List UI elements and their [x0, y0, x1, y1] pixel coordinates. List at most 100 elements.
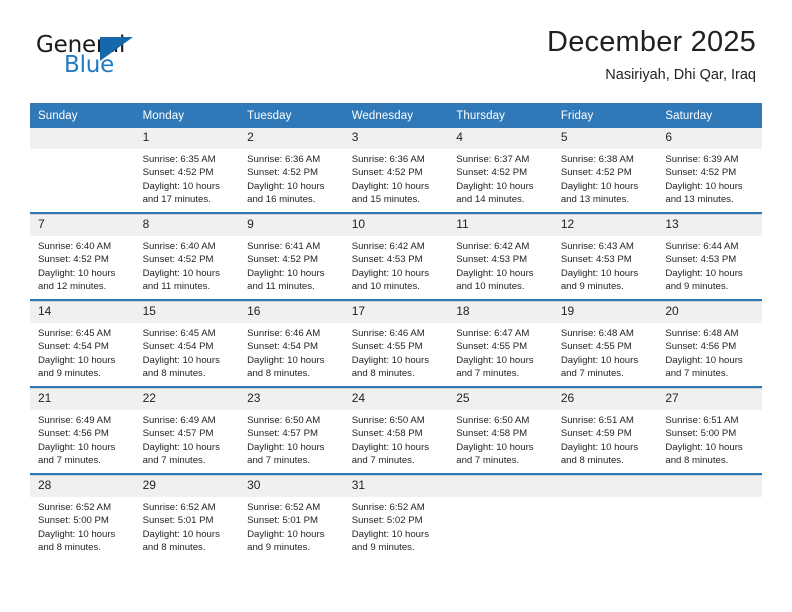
day-cell[interactable]: 24 Sunrise: 6:50 AM Sunset: 4:58 PM Dayl…: [343, 388, 449, 473]
day-number: 7: [30, 215, 135, 236]
day-number: 3: [343, 128, 449, 149]
daylight-text-line2: and 8 minutes.: [247, 368, 311, 380]
day-details: Sunrise: 6:52 AM Sunset: 5:01 PM Dayligh…: [239, 497, 344, 555]
daylight-text-line1: Daylight: 10 hours: [142, 180, 220, 192]
daylight-text-line2: and 7 minutes.: [456, 368, 520, 380]
sunset-text: Sunset: 4:55 PM: [560, 341, 632, 353]
day-details: Sunrise: 6:40 AM Sunset: 4:52 PM Dayligh…: [30, 236, 135, 294]
daylight-text-line2: and 9 minutes.: [351, 542, 415, 554]
day-cell[interactable]: 9 Sunrise: 6:41 AM Sunset: 4:52 PM Dayli…: [239, 214, 344, 299]
sunrise-text: Sunrise: 6:36 AM: [351, 154, 425, 165]
day-details: Sunrise: 6:51 AM Sunset: 4:59 PM Dayligh…: [553, 410, 658, 468]
sunrise-text: Sunrise: 6:45 AM: [142, 328, 216, 339]
sunset-text: Sunset: 4:52 PM: [247, 167, 319, 179]
day-cell[interactable]: [552, 475, 658, 560]
day-cell[interactable]: 17 Sunrise: 6:46 AM Sunset: 4:55 PM Dayl…: [343, 301, 449, 386]
sunset-text: Sunset: 5:02 PM: [351, 515, 423, 527]
sunset-text: Sunset: 4:56 PM: [38, 428, 109, 440]
day-cell[interactable]: 11 Sunrise: 6:42 AM Sunset: 4:53 PM Dayl…: [448, 214, 553, 299]
day-cell[interactable]: 14 Sunrise: 6:45 AM Sunset: 4:54 PM Dayl…: [30, 301, 135, 386]
day-number: 9: [239, 215, 344, 236]
day-cell[interactable]: 4 Sunrise: 6:37 AM Sunset: 4:52 PM Dayli…: [448, 128, 553, 212]
day-details: Sunrise: 6:42 AM Sunset: 4:53 PM Dayligh…: [344, 236, 449, 294]
weekday-header-monday: Monday: [134, 103, 240, 128]
daylight-text-line1: Daylight: 10 hours: [142, 528, 220, 540]
day-details: Sunrise: 6:40 AM Sunset: 4:52 PM Dayligh…: [135, 236, 240, 294]
day-cell[interactable]: 8 Sunrise: 6:40 AM Sunset: 4:52 PM Dayli…: [134, 214, 240, 299]
sunset-text: Sunset: 4:52 PM: [38, 254, 109, 266]
day-cell[interactable]: 2 Sunrise: 6:36 AM Sunset: 4:52 PM Dayli…: [239, 128, 344, 212]
daylight-text-line1: Daylight: 10 hours: [560, 354, 639, 366]
week-row: 21 Sunrise: 6:49 AM Sunset: 4:56 PM Dayl…: [30, 388, 762, 473]
general-blue-logo[interactable]: General Blue: [36, 34, 236, 86]
sunrise-text: Sunrise: 6:35 AM: [142, 154, 216, 165]
sunrise-text: Sunrise: 6:42 AM: [351, 241, 425, 252]
daylight-text-line1: Daylight: 10 hours: [351, 354, 430, 366]
day-number: [552, 476, 658, 497]
day-cell[interactable]: 25 Sunrise: 6:50 AM Sunset: 4:58 PM Dayl…: [448, 388, 553, 473]
day-number: 5: [552, 128, 658, 149]
day-cell[interactable]: [30, 128, 135, 212]
day-details: Sunrise: 6:43 AM Sunset: 4:53 PM Dayligh…: [553, 236, 658, 294]
day-cell[interactable]: 26 Sunrise: 6:51 AM Sunset: 4:59 PM Dayl…: [552, 388, 658, 473]
sunrise-text: Sunrise: 6:46 AM: [351, 328, 425, 339]
daylight-text-line1: Daylight: 10 hours: [142, 354, 220, 366]
day-number: 16: [239, 302, 344, 323]
day-cell[interactable]: 6 Sunrise: 6:39 AM Sunset: 4:52 PM Dayli…: [657, 128, 762, 212]
sunset-text: Sunset: 4:55 PM: [456, 341, 528, 353]
day-number: 23: [239, 389, 344, 410]
day-cell[interactable]: 13 Sunrise: 6:44 AM Sunset: 4:53 PM Dayl…: [657, 214, 762, 299]
daylight-text-line2: and 8 minutes.: [38, 542, 101, 554]
daylight-text-line2: and 8 minutes.: [665, 455, 729, 467]
sunrise-text: Sunrise: 6:41 AM: [247, 241, 321, 252]
day-cell[interactable]: 15 Sunrise: 6:45 AM Sunset: 4:54 PM Dayl…: [134, 301, 240, 386]
day-cell[interactable]: 7 Sunrise: 6:40 AM Sunset: 4:52 PM Dayli…: [30, 214, 135, 299]
day-cell[interactable]: 27 Sunrise: 6:51 AM Sunset: 5:00 PM Dayl…: [657, 388, 762, 473]
day-cell[interactable]: [657, 475, 762, 560]
day-cell[interactable]: 16 Sunrise: 6:46 AM Sunset: 4:54 PM Dayl…: [239, 301, 344, 386]
day-cell[interactable]: 20 Sunrise: 6:48 AM Sunset: 4:56 PM Dayl…: [657, 301, 762, 386]
day-cell[interactable]: 3 Sunrise: 6:36 AM Sunset: 4:52 PM Dayli…: [343, 128, 449, 212]
day-cell[interactable]: 21 Sunrise: 6:49 AM Sunset: 4:56 PM Dayl…: [30, 388, 135, 473]
week-row: 28 Sunrise: 6:52 AM Sunset: 5:00 PM Dayl…: [30, 475, 762, 560]
page-header: General Blue December 2025 Nasiriyah, Dh…: [0, 0, 792, 100]
sunrise-text: Sunrise: 6:52 AM: [38, 502, 112, 513]
day-number: 6: [657, 128, 762, 149]
day-cell[interactable]: 31 Sunrise: 6:52 AM Sunset: 5:02 PM Dayl…: [343, 475, 449, 560]
sunset-text: Sunset: 4:59 PM: [560, 428, 632, 440]
day-number: 13: [657, 215, 762, 236]
daylight-text-line2: and 12 minutes.: [38, 281, 107, 293]
daylight-text-line1: Daylight: 10 hours: [351, 180, 430, 192]
day-number: 8: [134, 215, 240, 236]
daylight-text-line2: and 8 minutes.: [142, 542, 206, 554]
day-details: Sunrise: 6:35 AM Sunset: 4:52 PM Dayligh…: [135, 149, 240, 207]
daylight-text-line2: and 10 minutes.: [456, 281, 525, 293]
day-cell[interactable]: 23 Sunrise: 6:50 AM Sunset: 4:57 PM Dayl…: [239, 388, 344, 473]
day-cell[interactable]: 29 Sunrise: 6:52 AM Sunset: 5:01 PM Dayl…: [134, 475, 240, 560]
daylight-text-line1: Daylight: 10 hours: [247, 180, 325, 192]
day-cell[interactable]: 28 Sunrise: 6:52 AM Sunset: 5:00 PM Dayl…: [30, 475, 135, 560]
sunrise-text: Sunrise: 6:36 AM: [247, 154, 321, 165]
daylight-text-line2: and 11 minutes.: [142, 281, 211, 293]
sunrise-text: Sunrise: 6:52 AM: [247, 502, 321, 513]
week-row: 1 Sunrise: 6:35 AM Sunset: 4:52 PM Dayli…: [30, 128, 762, 212]
sunrise-text: Sunrise: 6:45 AM: [38, 328, 112, 339]
title-block: December 2025 Nasiriyah, Dhi Qar, Iraq: [547, 26, 756, 85]
day-cell[interactable]: 30 Sunrise: 6:52 AM Sunset: 5:01 PM Dayl…: [239, 475, 344, 560]
day-details: Sunrise: 6:37 AM Sunset: 4:52 PM Dayligh…: [448, 149, 553, 207]
day-cell[interactable]: 22 Sunrise: 6:49 AM Sunset: 4:57 PM Dayl…: [134, 388, 240, 473]
sunrise-text: Sunrise: 6:52 AM: [142, 502, 216, 513]
day-cell[interactable]: [448, 475, 553, 560]
day-number: 29: [134, 476, 240, 497]
sunrise-text: Sunrise: 6:48 AM: [560, 328, 634, 339]
day-cell[interactable]: 19 Sunrise: 6:48 AM Sunset: 4:55 PM Dayl…: [552, 301, 658, 386]
day-cell[interactable]: 12 Sunrise: 6:43 AM Sunset: 4:53 PM Dayl…: [552, 214, 658, 299]
day-cell[interactable]: 18 Sunrise: 6:47 AM Sunset: 4:55 PM Dayl…: [448, 301, 553, 386]
sunrise-text: Sunrise: 6:50 AM: [456, 415, 530, 426]
day-cell[interactable]: 1 Sunrise: 6:35 AM Sunset: 4:52 PM Dayli…: [134, 128, 240, 212]
sunset-text: Sunset: 4:57 PM: [142, 428, 214, 440]
daylight-text-line2: and 13 minutes.: [665, 194, 734, 206]
day-cell[interactable]: 5 Sunrise: 6:38 AM Sunset: 4:52 PM Dayli…: [552, 128, 658, 212]
day-cell[interactable]: 10 Sunrise: 6:42 AM Sunset: 4:53 PM Dayl…: [343, 214, 449, 299]
day-details: Sunrise: 6:50 AM Sunset: 4:57 PM Dayligh…: [239, 410, 344, 468]
